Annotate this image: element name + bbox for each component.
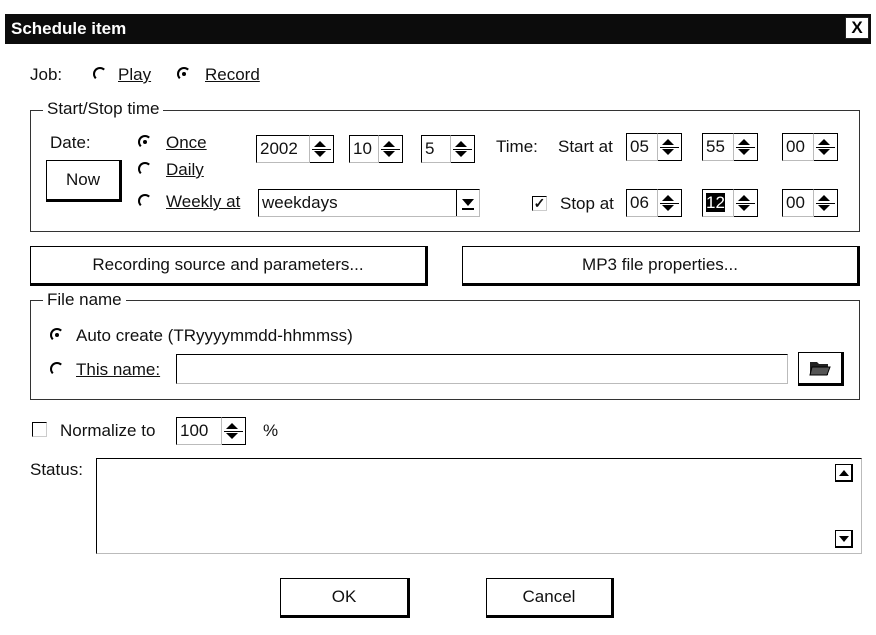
play-radio[interactable] xyxy=(93,67,107,81)
scroll-up-button[interactable] xyxy=(835,464,853,482)
recording-source-button[interactable]: Recording source and parameters... xyxy=(30,246,428,286)
weekly-radio[interactable] xyxy=(138,194,152,208)
stop-sec-spinner[interactable] xyxy=(814,189,838,217)
stop-min-selected-text: 12 xyxy=(706,193,725,212)
weekly-select[interactable]: weekdays xyxy=(258,189,480,217)
spin-down-icon[interactable] xyxy=(738,205,750,211)
spin-up-icon[interactable] xyxy=(662,195,674,201)
spin-down-icon[interactable] xyxy=(226,433,238,439)
start-hour-spinner[interactable] xyxy=(658,133,682,161)
weekly-select-value: weekdays xyxy=(262,193,338,212)
stop-at-checkbox[interactable]: ✓ xyxy=(532,196,547,211)
play-label[interactable]: Play xyxy=(118,65,151,85)
once-label[interactable]: Once xyxy=(166,133,207,153)
close-button[interactable]: X xyxy=(845,17,869,39)
start-min-field[interactable]: 55 xyxy=(702,133,734,161)
spin-down-icon[interactable] xyxy=(383,151,395,157)
this-name-label[interactable]: This name: xyxy=(76,360,160,380)
window-title: Schedule item xyxy=(11,19,127,38)
stop-min-field[interactable]: 12 xyxy=(702,189,734,217)
stop-min-spinner[interactable] xyxy=(734,189,758,217)
start-stop-legend: Start/Stop time xyxy=(43,99,164,119)
scroll-down-button[interactable] xyxy=(835,530,853,548)
start-hour-field[interactable]: 05 xyxy=(626,133,658,161)
once-radio[interactable] xyxy=(138,135,152,149)
month-spinner[interactable] xyxy=(379,135,403,163)
spin-up-icon[interactable] xyxy=(662,139,674,145)
spin-up-icon[interactable] xyxy=(314,141,326,147)
spin-down-icon[interactable] xyxy=(455,151,467,157)
day-spinner[interactable] xyxy=(451,135,475,163)
dropdown-arrow-icon[interactable] xyxy=(456,190,478,216)
start-sec-spinner[interactable] xyxy=(814,133,838,161)
ok-button[interactable]: OK xyxy=(280,578,410,618)
status-label: Status: xyxy=(30,460,83,479)
spin-up-icon[interactable] xyxy=(818,139,830,145)
record-label[interactable]: Record xyxy=(205,65,260,85)
stop-hour-spinner[interactable] xyxy=(658,189,682,217)
spin-down-icon[interactable] xyxy=(662,149,674,155)
spin-up-icon[interactable] xyxy=(738,139,750,145)
day-field[interactable]: 5 xyxy=(421,135,451,163)
start-at-label: Start at xyxy=(558,137,613,156)
date-label: Date: xyxy=(50,133,91,152)
spin-up-icon[interactable] xyxy=(738,195,750,201)
start-min-spinner[interactable] xyxy=(734,133,758,161)
title-bar xyxy=(5,14,871,44)
normalize-checkbox[interactable] xyxy=(32,422,47,437)
arrow-up-icon xyxy=(839,470,849,476)
spin-up-icon[interactable] xyxy=(818,195,830,201)
year-field[interactable]: 2002 xyxy=(256,135,310,163)
normalize-spinner[interactable] xyxy=(222,417,246,445)
cancel-button[interactable]: Cancel xyxy=(486,578,614,618)
spin-up-icon[interactable] xyxy=(226,423,238,429)
stop-sec-field[interactable]: 00 xyxy=(782,189,814,217)
arrow-down-icon xyxy=(839,536,849,542)
year-spinner[interactable] xyxy=(310,135,334,163)
this-name-radio[interactable] xyxy=(50,362,64,376)
folder-open-icon xyxy=(809,362,831,376)
spin-down-icon[interactable] xyxy=(738,149,750,155)
time-label: Time: xyxy=(496,137,538,156)
daily-label[interactable]: Daily xyxy=(166,160,204,180)
stop-at-label[interactable]: Stop at xyxy=(560,194,614,214)
spin-down-icon[interactable] xyxy=(314,151,326,157)
normalize-label[interactable]: Normalize to xyxy=(60,421,155,441)
spin-up-icon[interactable] xyxy=(383,141,395,147)
now-button[interactable]: Now xyxy=(46,160,122,202)
start-sec-field[interactable]: 00 xyxy=(782,133,814,161)
status-textarea[interactable] xyxy=(96,458,862,554)
weekly-label[interactable]: Weekly at xyxy=(166,192,240,212)
stop-hour-field[interactable]: 06 xyxy=(626,189,658,217)
spin-down-icon[interactable] xyxy=(818,149,830,155)
file-name-group xyxy=(30,300,860,400)
month-field[interactable]: 10 xyxy=(349,135,379,163)
browse-folder-button[interactable] xyxy=(798,352,844,386)
daily-radio[interactable] xyxy=(138,162,152,176)
mp3-properties-button[interactable]: MP3 file properties... xyxy=(462,246,860,286)
file-name-legend: File name xyxy=(43,290,126,310)
file-name-input[interactable] xyxy=(176,354,788,384)
auto-create-radio[interactable] xyxy=(50,328,64,342)
normalize-field[interactable]: 100 xyxy=(176,417,222,445)
auto-create-label[interactable]: Auto create (TRyyyymmdd-hhmmss) xyxy=(76,326,353,346)
spin-down-icon[interactable] xyxy=(818,205,830,211)
record-radio[interactable] xyxy=(177,67,191,81)
percent-label: % xyxy=(263,421,279,440)
spin-up-icon[interactable] xyxy=(455,141,467,147)
job-label: Job: xyxy=(30,65,63,84)
spin-down-icon[interactable] xyxy=(662,205,674,211)
